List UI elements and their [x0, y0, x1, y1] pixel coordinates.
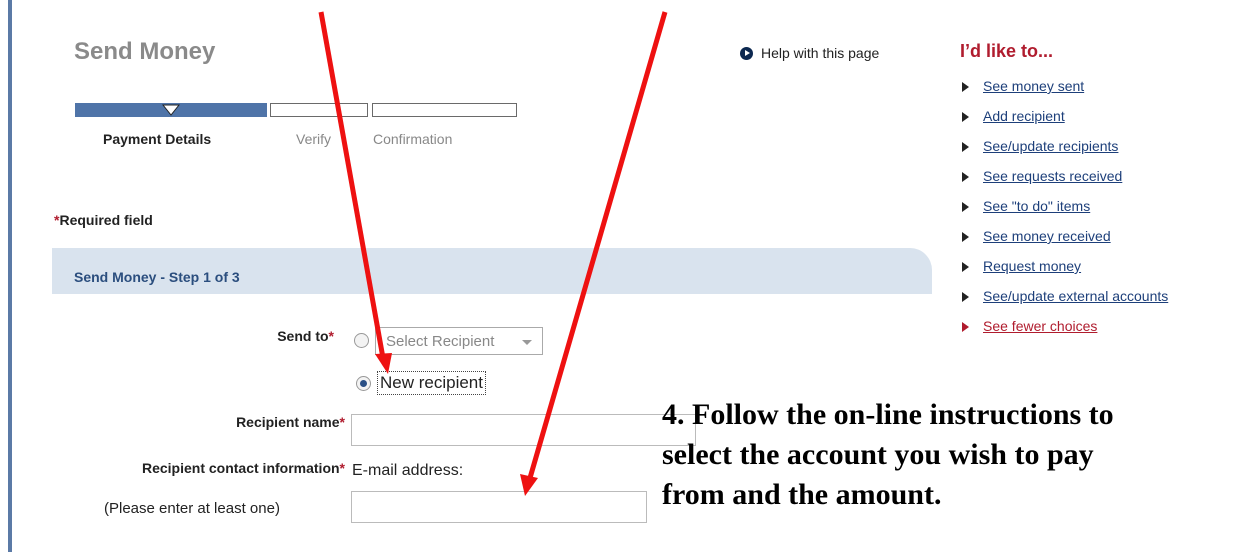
annotation-arrow-line: [318, 11, 386, 359]
page-title: Send Money: [74, 38, 216, 65]
progress-segment-payment-details: [75, 103, 267, 117]
sidebar-link-fewer-choices[interactable]: See fewer choices: [983, 318, 1097, 334]
help-link[interactable]: Help with this page: [740, 45, 879, 61]
contact-hint: (Please enter at least one): [104, 500, 280, 517]
sidebar-item: Add recipient: [960, 108, 1220, 125]
step-label-confirmation: Confirmation: [373, 131, 453, 147]
sidebar-item: See fewer choices: [960, 318, 1220, 335]
play-circle-icon: [740, 46, 753, 60]
sidebar-link-update-recipients[interactable]: See/update recipients: [983, 138, 1118, 154]
new-recipient-radio[interactable]: [356, 376, 371, 391]
new-recipient-label[interactable]: New recipient: [377, 371, 486, 395]
progress-segment-verify: [270, 103, 368, 117]
recipient-contact-label: Recipient contact information*: [141, 460, 345, 476]
sidebar-link-requests-received[interactable]: See requests received: [983, 168, 1122, 184]
sidebar-link-to-do-items[interactable]: See "to do" items: [983, 198, 1090, 214]
select-recipient-dropdown[interactable]: Select Recipient: [375, 327, 543, 355]
progress-segment-confirmation: [372, 103, 517, 117]
sidebar-item: See money sent: [960, 78, 1220, 95]
recipient-name-input[interactable]: [351, 414, 696, 446]
sidebar-link-add-recipient[interactable]: Add recipient: [983, 108, 1065, 124]
email-label: E-mail address:: [352, 462, 464, 479]
sidebar-item: See "to do" items: [960, 198, 1220, 215]
sidebar-item: See money received: [960, 228, 1220, 245]
help-link-label: Help with this page: [761, 45, 880, 61]
email-input[interactable]: [351, 491, 647, 523]
sidebar-link-money-received[interactable]: See money received: [983, 228, 1111, 244]
current-step-marker-icon: [162, 104, 180, 116]
sidebar-item: See/update external accounts: [960, 288, 1220, 305]
sidebar-title: I’d like to...: [960, 41, 1054, 61]
sidebar-links: See money sent Add recipient See/update …: [960, 78, 1220, 348]
send-to-label: Send to*: [277, 328, 334, 344]
step-header-band: Send Money - Step 1 of 3: [52, 248, 932, 294]
instruction-annotation: 4. Follow the on-line instructions to se…: [662, 398, 1114, 511]
sidebar-item: Request money: [960, 258, 1220, 275]
step-label-payment-details: Payment Details: [103, 131, 212, 147]
sidebar-item: See requests received: [960, 168, 1220, 185]
select-recipient-radio[interactable]: [354, 333, 369, 348]
chevron-down-icon: [522, 340, 532, 345]
required-field-note: *Required field: [54, 212, 153, 228]
sidebar-link-see-money-sent[interactable]: See money sent: [983, 78, 1084, 94]
step-label-verify: Verify: [296, 131, 332, 147]
step-header-title: Send Money - Step 1 of 3: [74, 269, 240, 285]
sidebar-item: See/update recipients: [960, 138, 1220, 155]
recipient-name-label: Recipient name*: [236, 414, 345, 430]
sidebar-link-request-money[interactable]: Request money: [983, 258, 1081, 274]
annotation-arrow-line: [527, 11, 668, 479]
select-recipient-value: Select Recipient: [386, 333, 495, 350]
sidebar-link-external-accounts[interactable]: See/update external accounts: [983, 288, 1168, 304]
left-border-rule: [8, 0, 12, 552]
